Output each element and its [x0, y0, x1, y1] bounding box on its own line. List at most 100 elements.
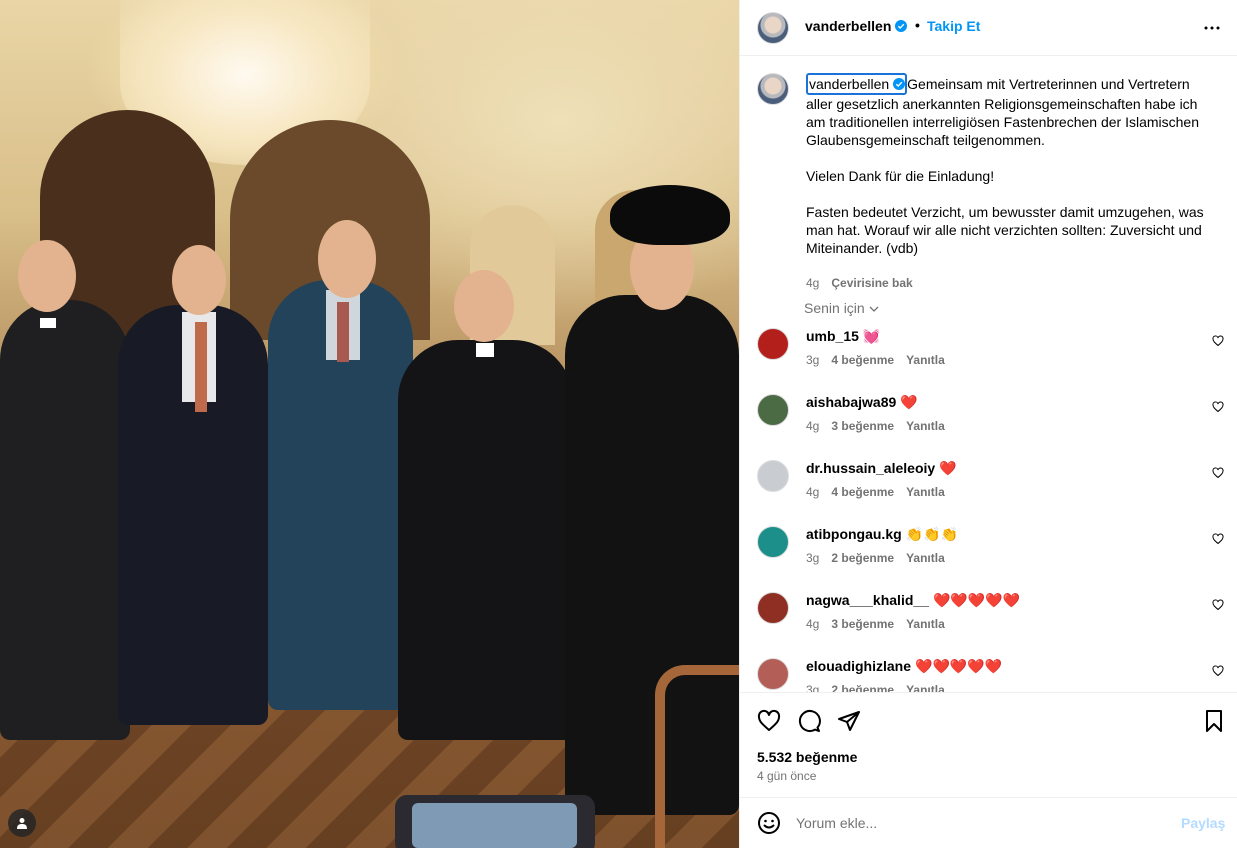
commenter-username[interactable]: nagwa___khalid__	[806, 592, 929, 608]
comment-meta: 4g 3 beğenme Yanıtla	[806, 617, 945, 631]
comment-text: ❤️❤️❤️❤️❤️	[932, 592, 1021, 608]
comment-text: ❤️❤️❤️❤️❤️	[915, 658, 1003, 674]
caption-author-avatar[interactable]	[757, 73, 789, 105]
commenter-avatar[interactable]	[757, 592, 789, 624]
comment-like-heart-icon[interactable]	[1212, 401, 1224, 413]
user-tag-button[interactable]	[8, 809, 36, 837]
comment-likes[interactable]: 2 beğenme	[831, 551, 894, 565]
comment-likes[interactable]: 4 beğenme	[831, 485, 894, 499]
emoji-icon[interactable]	[757, 811, 781, 835]
comment-content: dr.hussain_aleleoiy ❤️	[806, 460, 957, 477]
comment-like-heart-icon[interactable]	[1212, 599, 1224, 611]
post-time[interactable]: 4 gün önce	[757, 769, 816, 783]
comment-item: aishabajwa89 ❤️ 4g 3 beğenme Yanıtla	[757, 394, 1227, 454]
commenter-avatar[interactable]	[757, 526, 789, 558]
comment-content: nagwa___khalid__ ❤️❤️❤️❤️❤️	[806, 592, 1020, 609]
comment-meta: 3g 2 beğenme Yanıtla	[806, 683, 945, 692]
verified-badge-icon	[893, 78, 906, 90]
commenter-avatar[interactable]	[757, 460, 789, 492]
comment-meta: 4g 3 beğenme Yanıtla	[806, 419, 945, 433]
more-options-icon[interactable]	[1200, 16, 1224, 40]
photo-head	[318, 220, 376, 298]
bookmark-icon[interactable]	[1202, 709, 1226, 733]
commenter-avatar[interactable]	[757, 658, 789, 690]
photo-hat	[610, 185, 730, 245]
like-count[interactable]: 5.532 beğenme	[757, 749, 857, 765]
comment-item: dr.hussain_aleleoiy ❤️ 4g 4 beğenme Yanıtla	[757, 460, 1227, 520]
commenter-username[interactable]: elouadighizlane	[806, 658, 911, 674]
commenter-username[interactable]: dr.hussain_aleleoiy	[806, 460, 935, 476]
comment-input[interactable]	[796, 812, 1166, 834]
comment-like-heart-icon[interactable]	[1212, 665, 1224, 677]
comment-like-heart-icon[interactable]	[1212, 467, 1224, 479]
caption-age: 4g	[806, 276, 820, 290]
comment-meta: 4g 4 beğenme Yanıtla	[806, 485, 945, 499]
comment-age: 3g	[806, 683, 820, 692]
comment-age: 3g	[806, 353, 820, 367]
comment-item: nagwa___khalid__ ❤️❤️❤️❤️❤️ 4g 3 beğenme Ya…	[757, 592, 1227, 652]
comment-content: elouadighizlane ❤️❤️❤️❤️❤️	[806, 658, 1002, 675]
follow-button[interactable]: Takip Et	[927, 18, 980, 34]
reply-button[interactable]: Yanıtla	[906, 419, 945, 433]
post-photo[interactable]	[0, 0, 739, 848]
comment-text: 💓	[862, 328, 881, 344]
reply-button[interactable]: Yanıtla	[906, 551, 945, 565]
photo-person	[398, 340, 573, 740]
comment-age: 4g	[806, 485, 820, 499]
comment-likes[interactable]: 4 beğenme	[831, 353, 894, 367]
commenter-username[interactable]: atibpongau.kg	[806, 526, 902, 542]
comment-like-heart-icon[interactable]	[1212, 533, 1224, 545]
post-comment-button[interactable]: Paylaş	[1181, 815, 1225, 831]
heart-icon[interactable]	[757, 709, 781, 733]
commenter-avatar[interactable]	[757, 328, 789, 360]
comment-likes[interactable]: 3 beğenme	[831, 419, 894, 433]
header-separator: •	[915, 17, 920, 33]
photo-chair	[655, 665, 739, 848]
post-actions: 5.532 beğenme 4 gün önce	[740, 692, 1237, 797]
commenter-username[interactable]: umb_15	[806, 328, 859, 344]
author-avatar[interactable]	[757, 12, 789, 44]
comment-age: 4g	[806, 419, 820, 433]
author-username[interactable]: vanderbellen	[805, 18, 891, 34]
comment-item: atibpongau.kg 👏👏👏 3g 2 beğenme Yanıtla	[757, 526, 1227, 586]
comment-icon[interactable]	[797, 709, 821, 733]
photo-head	[454, 270, 514, 342]
comment-like-heart-icon[interactable]	[1212, 335, 1224, 347]
photo-collar	[40, 318, 56, 328]
commenter-username[interactable]: aishabajwa89	[806, 394, 896, 410]
verified-badge-icon	[895, 20, 908, 32]
comment-likes[interactable]: 3 beğenme	[831, 617, 894, 631]
comment-content: atibpongau.kg 👏👏👏	[806, 526, 958, 543]
comment-likes[interactable]: 2 beğenme	[831, 683, 894, 692]
caption-meta: 4g Çevirisine bak	[806, 276, 913, 290]
comments-section[interactable]: vanderbellen Gemeinsam mit Vertreterinnen…	[740, 57, 1237, 692]
comment-sort-dropdown[interactable]: Senin için	[804, 300, 880, 316]
comment-composer: Paylaş	[740, 797, 1237, 848]
chevron-down-icon	[869, 306, 879, 313]
reply-button[interactable]: Yanıtla	[906, 683, 945, 692]
photo-head	[18, 240, 76, 312]
user-tag-icon	[17, 818, 27, 829]
commenter-avatar[interactable]	[757, 394, 789, 426]
reply-button[interactable]: Yanıtla	[906, 617, 945, 631]
comment-item: elouadighizlane ❤️❤️❤️❤️❤️ 3g 2 beğenme Yan…	[757, 658, 1227, 692]
share-icon[interactable]	[837, 709, 861, 733]
photo-phone-screen	[412, 803, 577, 848]
author-username-link[interactable]: vanderbellen	[805, 18, 908, 34]
reply-button[interactable]: Yanıtla	[906, 353, 945, 367]
comment-age: 4g	[806, 617, 820, 631]
photo-tie	[195, 322, 207, 412]
comment-meta: 3g 2 beğenme Yanıtla	[806, 551, 945, 565]
caption-body: vanderbellen Gemeinsam mit Vertreterinnen…	[806, 73, 1216, 257]
post-side-panel: vanderbellen • Takip Et vanderbellen Geme…	[739, 0, 1237, 848]
translate-link[interactable]: Çevirisine bak	[831, 276, 912, 290]
caption-author-link[interactable]: vanderbellen	[806, 73, 908, 95]
caption-text: Gemeinsam mit Vertreterinnen und Vertret…	[806, 76, 1204, 256]
sort-label: Senin için	[804, 300, 865, 316]
comment-text: 👏👏👏	[905, 526, 958, 542]
photo-collar	[476, 343, 494, 357]
caption-author-username[interactable]: vanderbellen	[809, 76, 889, 92]
comment-text: ❤️	[900, 394, 918, 410]
reply-button[interactable]: Yanıtla	[906, 485, 945, 499]
comment-content: aishabajwa89 ❤️	[806, 394, 918, 411]
